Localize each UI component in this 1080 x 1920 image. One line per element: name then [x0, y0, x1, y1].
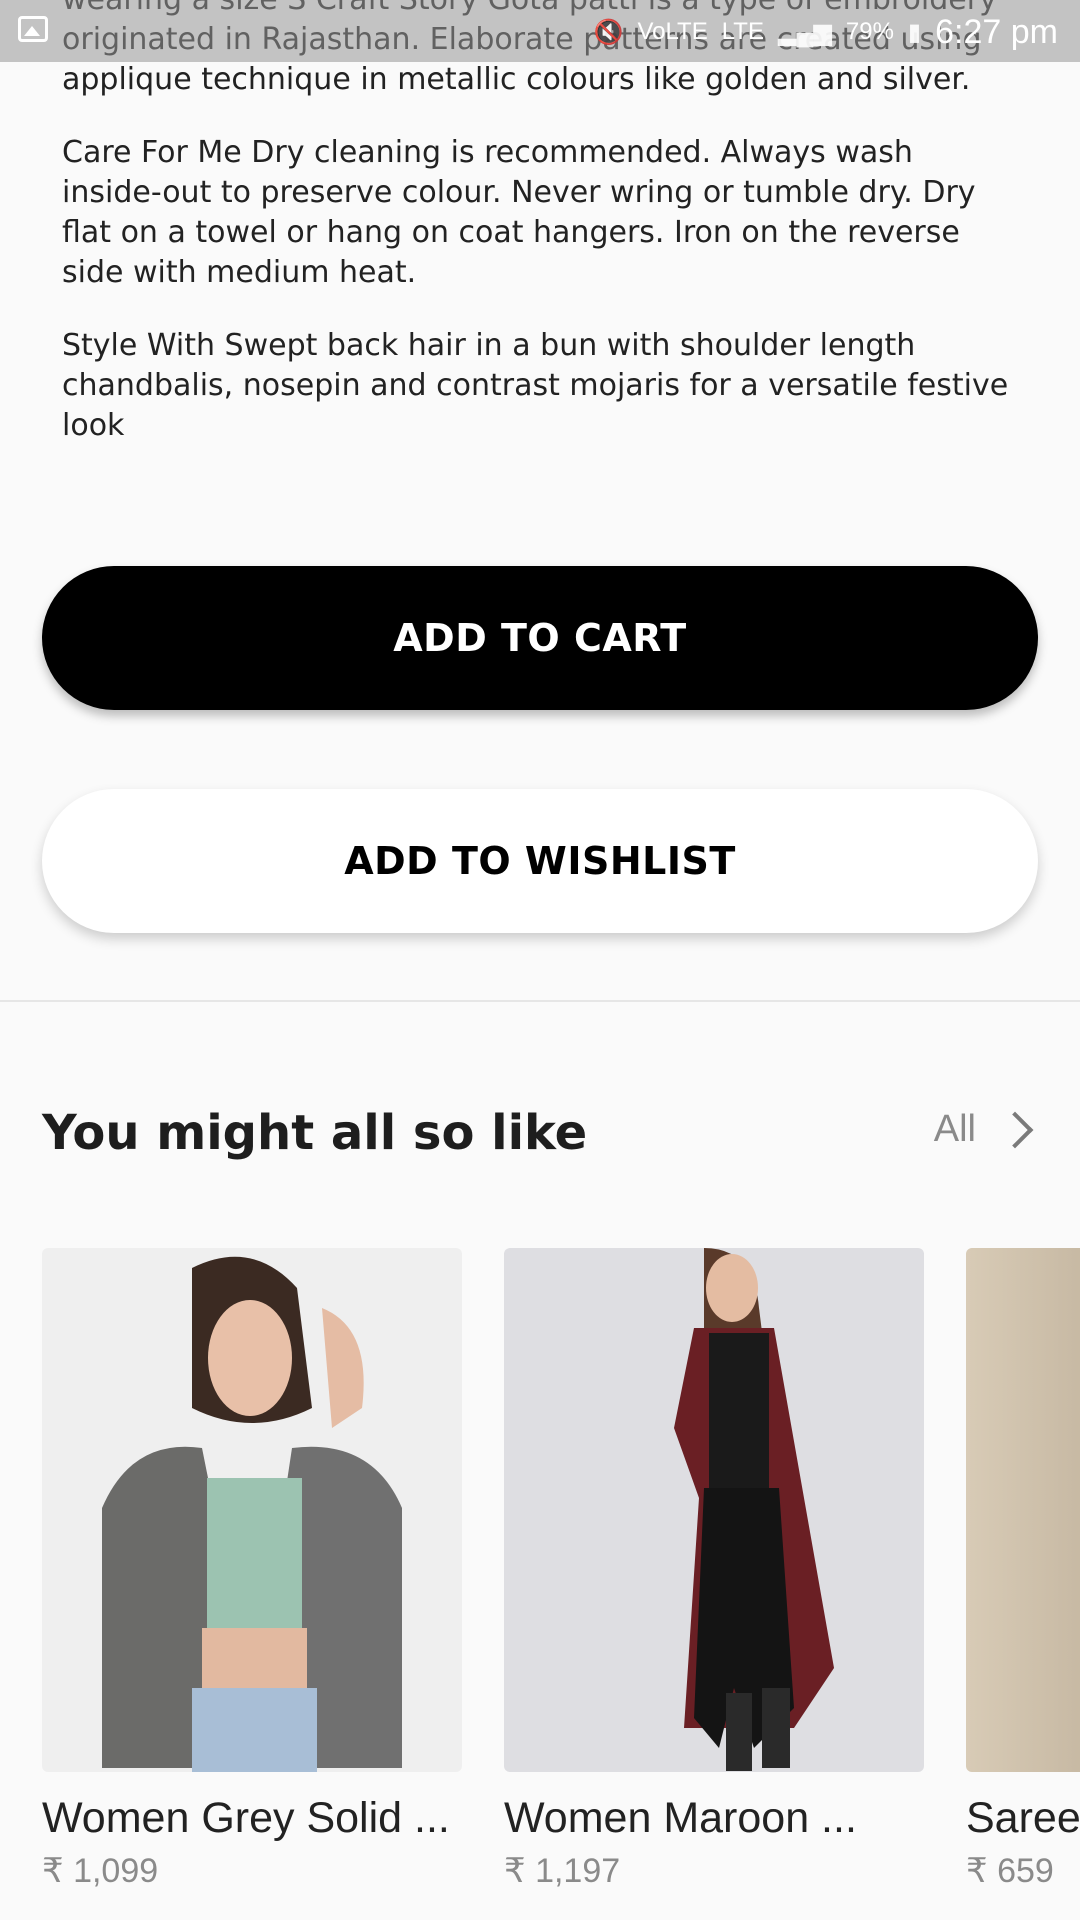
product-description: wearing a size S Craft Story Gota patti … — [62, 0, 1022, 479]
product-image[interactable] — [966, 1248, 1080, 1772]
signal-icon: ▂▄▆ — [777, 18, 832, 46]
clock: 6:27 pm — [935, 12, 1058, 51]
status-right: 🔇 VoLTE LTE ▂▄▆ 79% ▮ 6:27 pm — [594, 10, 1058, 54]
battery-icon: ▮ — [907, 18, 922, 46]
product-name[interactable]: Women Grey Solid ... — [42, 1794, 462, 1843]
product-card[interactable]: Women Maroon ... ₹ 1,197 — [504, 1248, 924, 1891]
view-all-link[interactable]: All — [934, 1108, 1040, 1151]
image-icon — [18, 16, 48, 42]
status-bar: 🔇 VoLTE LTE ▂▄▆ 79% ▮ 6:27 pm — [0, 0, 1080, 62]
add-to-cart-button[interactable]: ADD TO CART — [42, 566, 1038, 710]
add-to-wishlist-button[interactable]: ADD TO WISHLIST — [42, 789, 1038, 933]
product-card[interactable]: Women Grey Solid ... ₹ 1,099 — [42, 1248, 462, 1891]
product-name[interactable]: Women Maroon ... — [504, 1794, 924, 1843]
product-name[interactable]: Saree — [966, 1794, 1080, 1843]
section-divider — [0, 1000, 1080, 1002]
product-price: ₹ 1,099 — [42, 1852, 159, 1890]
lte-label: LTE — [721, 18, 764, 45]
product-image[interactable] — [504, 1248, 924, 1772]
product-card[interactable]: Saree ₹ 659 — [966, 1248, 1080, 1891]
view-all-label: All — [933, 1108, 976, 1150]
style-tips: Style With Swept back hair in a bun with… — [62, 328, 1009, 443]
product-price: ₹ 659 — [966, 1852, 1054, 1890]
care-instructions: Care For Me Dry cleaning is recommended.… — [62, 135, 976, 290]
chevron-right-icon — [996, 1111, 1034, 1148]
product-price: ₹ 1,197 — [504, 1852, 621, 1890]
mute-icon: 🔇 — [593, 18, 624, 46]
product-carousel[interactable]: Women Grey Solid ... ₹ 1,099 Women Maroo… — [42, 1248, 1080, 1920]
product-image[interactable] — [42, 1248, 462, 1772]
volte-label: VoLTE — [637, 18, 708, 45]
recommendations-title: You might all so like — [42, 1105, 588, 1161]
battery-percent: 79% — [845, 18, 894, 45]
